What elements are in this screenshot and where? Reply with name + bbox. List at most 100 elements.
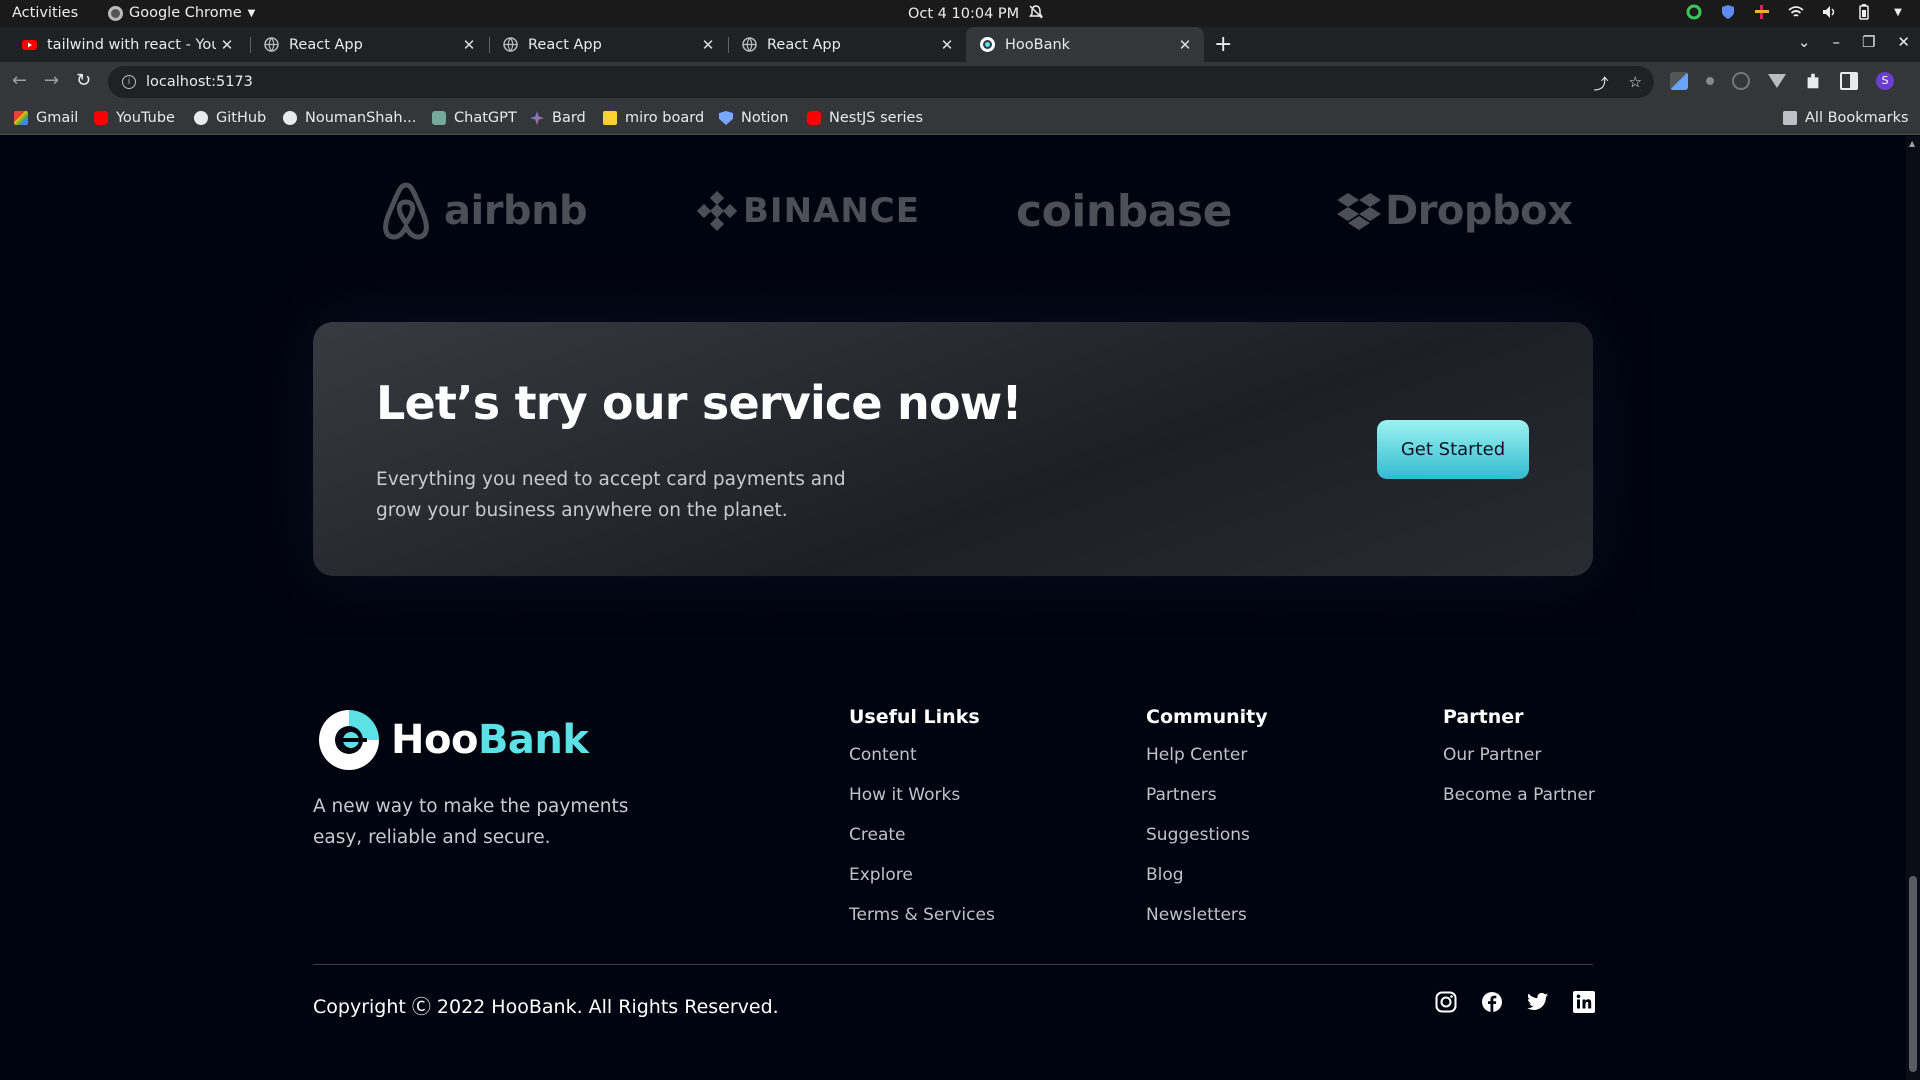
client-name: coinbase [1016, 185, 1232, 237]
globe-icon [264, 37, 279, 53]
address-url[interactable]: localhost:5173 [146, 74, 253, 90]
page-viewport: airbnb BINANCE coinbase Dropbox Let’s tr… [0, 136, 1920, 1080]
restore-icon[interactable]: ❐ [1862, 33, 1875, 51]
bard-icon [530, 111, 544, 125]
instagram-icon[interactable] [1434, 990, 1458, 1014]
tab-close-icon[interactable]: ✕ [697, 36, 719, 54]
system-top-bar: Activities Google Chrome ▼ Oct 4 10:04 P… [0, 0, 1920, 27]
close-window-icon[interactable]: ✕ [1897, 33, 1910, 51]
forward-arrow-icon[interactable]: → [44, 70, 59, 91]
bookmark-gmail[interactable]: Gmail [14, 110, 78, 126]
bookmark-noumanshah[interactable]: NoumanShah... [283, 110, 416, 126]
page-scrollbar[interactable]: ▲ [1906, 136, 1920, 1080]
share-icon[interactable]: ⤴ [1594, 73, 1609, 94]
sync-icon[interactable] [1686, 4, 1702, 20]
binance-icon [697, 191, 737, 231]
brand-suffix: Bank [477, 717, 589, 763]
tab-hoobank[interactable]: HooBank ✕ [966, 27, 1204, 62]
bookmark-youtube[interactable]: YouTube [94, 110, 175, 126]
shield-icon[interactable] [1720, 4, 1736, 20]
back-arrow-icon[interactable]: ← [12, 70, 27, 91]
caret-down-icon: ▼ [247, 7, 256, 19]
tab-close-icon[interactable]: ✕ [936, 36, 958, 54]
bookmark-notion[interactable]: Notion [719, 110, 789, 126]
bookmark-chatgpt[interactable]: ChatGPT [432, 110, 517, 126]
wifi-icon[interactable] [1788, 4, 1804, 20]
footer-link-become-partner[interactable]: Become a Partner [1443, 785, 1595, 825]
airbnb-icon [383, 182, 429, 240]
system-menu-caret-icon[interactable]: ▼ [1890, 4, 1906, 20]
footer-link-explore[interactable]: Explore [849, 865, 995, 905]
tab-react-app-1[interactable]: React App ✕ [250, 27, 488, 62]
tab-search-icon[interactable]: ⌄ [1798, 33, 1811, 51]
facebook-icon[interactable] [1480, 990, 1504, 1014]
footer-link-how-it-works[interactable]: How it Works [849, 785, 995, 825]
twitter-icon[interactable] [1526, 990, 1550, 1014]
tab-close-icon[interactable]: ✕ [216, 36, 238, 54]
all-bookmarks-button[interactable]: All Bookmarks [1783, 110, 1909, 126]
site-info-icon[interactable]: i [122, 75, 136, 89]
chatgpt-icon [432, 111, 446, 125]
extension-circle-icon[interactable] [1732, 72, 1750, 90]
scrollbar-thumb[interactable] [1909, 876, 1917, 1072]
tab-tailwind-youtube[interactable]: tailwind with react - YouT ✕ [8, 27, 246, 62]
bookmark-nestjs[interactable]: NestJS series [807, 110, 923, 126]
chrome-icon [108, 5, 123, 21]
github-icon [194, 111, 208, 125]
notifications-muted-icon [1029, 5, 1044, 23]
bookmark-star-icon[interactable]: ☆ [1629, 73, 1642, 94]
system-tray[interactable]: ▼ [1686, 4, 1906, 20]
browser-menu-icon[interactable]: ⋮ [1912, 72, 1920, 90]
all-bookmarks-label: All Bookmarks [1805, 110, 1909, 126]
social-links [1434, 990, 1596, 1014]
linkedin-icon[interactable] [1572, 990, 1596, 1014]
client-logo-binance: BINANCE [697, 176, 920, 246]
client-logo-airbnb: airbnb [376, 176, 588, 246]
battery-icon[interactable] [1856, 4, 1872, 20]
address-bar[interactable]: i localhost:5173 ⤴ ☆ [108, 66, 1654, 98]
globe-icon [742, 37, 757, 53]
slack-icon[interactable] [1754, 4, 1770, 20]
tab-title: React App [289, 36, 363, 53]
new-tab-button[interactable]: + [1214, 32, 1232, 57]
app-menu[interactable]: Google Chrome ▼ [108, 5, 255, 21]
bookmark-label: YouTube [116, 110, 175, 126]
bookmark-github[interactable]: GitHub [194, 110, 266, 126]
footer-link-blog[interactable]: Blog [1146, 865, 1268, 905]
volume-icon[interactable] [1822, 4, 1838, 20]
tab-react-app-2[interactable]: React App ✕ [489, 27, 727, 62]
side-panel-icon[interactable] [1840, 72, 1858, 90]
footer-link-terms[interactable]: Terms & Services [849, 905, 995, 945]
footer-logo[interactable]: HooBank [313, 704, 589, 776]
footer-column-useful-links: Useful Links Content How it Works Create… [849, 706, 995, 945]
extensions-puzzle-icon[interactable] [1807, 73, 1819, 89]
footer-link-content[interactable]: Content [849, 745, 995, 785]
extension-vue-icon[interactable] [1768, 74, 1786, 88]
get-started-button[interactable]: Get Started [1377, 420, 1529, 479]
footer-column-partner: Partner Our Partner Become a Partner [1443, 706, 1595, 825]
bookmark-miro[interactable]: miro board [603, 110, 704, 126]
footer-link-help-center[interactable]: Help Center [1146, 745, 1268, 785]
footer-link-newsletters[interactable]: Newsletters [1146, 905, 1268, 945]
youtube-icon [807, 111, 821, 125]
extension-dot-icon[interactable] [1706, 77, 1714, 85]
footer-link-our-partner[interactable]: Our Partner [1443, 745, 1595, 785]
tab-react-app-3[interactable]: React App ✕ [728, 27, 966, 62]
clock[interactable]: Oct 4 10:04 PM [908, 5, 1044, 23]
brand-name: HooBank [391, 717, 589, 763]
minimize-icon[interactable]: – [1832, 33, 1840, 51]
activities-button[interactable]: Activities [12, 5, 78, 21]
tab-close-icon[interactable]: ✕ [458, 36, 480, 54]
footer-link-partners[interactable]: Partners [1146, 785, 1268, 825]
extension-pencil-icon[interactable] [1670, 72, 1688, 90]
cta-heading: Let’s try our service now! [376, 376, 1022, 430]
profile-avatar[interactable]: S [1876, 72, 1894, 90]
scroll-up-arrow-icon[interactable]: ▲ [1909, 139, 1915, 148]
bookmark-label: GitHub [216, 110, 267, 126]
browser-toolbar: ← → ↻ i localhost:5173 ⤴ ☆ S ⋮ [0, 62, 1920, 102]
footer-link-suggestions[interactable]: Suggestions [1146, 825, 1268, 865]
tab-close-icon[interactable]: ✕ [1174, 36, 1196, 54]
reload-icon[interactable]: ↻ [76, 70, 91, 91]
bookmark-bard[interactable]: Bard [530, 110, 586, 126]
footer-link-create[interactable]: Create [849, 825, 995, 865]
